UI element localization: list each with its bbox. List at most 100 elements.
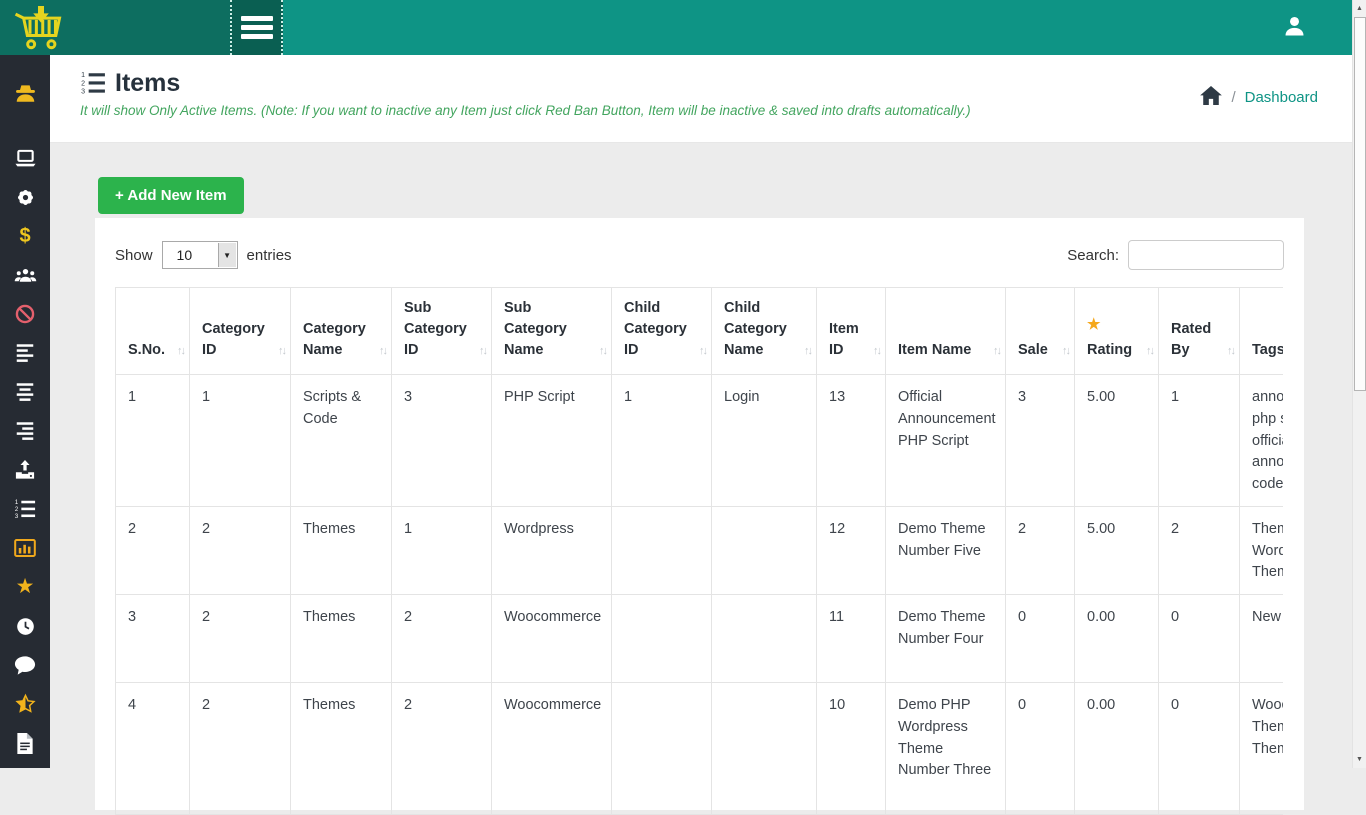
page-size-select[interactable]: 10 ▼ (162, 241, 238, 269)
app-logo[interactable] (0, 0, 230, 55)
sort-icons: ↑↓ (804, 344, 811, 360)
spy-icon (12, 81, 39, 109)
sidebar-item-ratings[interactable] (10, 694, 40, 714)
column-header-sno[interactable]: S.No.↑↓ (116, 288, 190, 375)
sort-icons: ↑↓ (1146, 344, 1153, 360)
cell-item_id: 10 (817, 683, 886, 815)
column-header-rating[interactable]: ★Rating↑↓ (1075, 288, 1159, 375)
add-new-item-button[interactable]: + Add New Item (98, 177, 244, 214)
sidebar-item-laptop[interactable] (10, 148, 40, 168)
sort-icons: ↑↓ (1227, 344, 1234, 360)
gear-icon (15, 187, 36, 208)
cell-child_category_id (612, 506, 712, 594)
column-header-item_name[interactable]: Item Name↑↓ (886, 288, 1006, 375)
sidebar-item-spy[interactable] (10, 81, 40, 109)
cell-sale: 0 (1006, 595, 1075, 683)
cell-rating: 0.00 (1075, 595, 1159, 683)
cell-child_category_name (712, 683, 817, 815)
search-input[interactable] (1128, 240, 1284, 270)
sidebar-item-payments[interactable]: $ (10, 226, 40, 246)
breadcrumb-separator: / (1231, 89, 1235, 106)
cell-child_category_id (612, 595, 712, 683)
column-label: Item ID (829, 321, 859, 358)
star-half-icon (14, 693, 37, 715)
ordered-list-icon: 123 (14, 499, 36, 519)
cell-sub_category_name: PHP Script (492, 375, 612, 507)
sidebar-item-users[interactable] (10, 265, 40, 285)
users-icon (13, 265, 38, 285)
sort-icons: ↑↓ (479, 344, 486, 360)
cell-tags: ThemesWordpressThemeforest (1240, 506, 1284, 594)
column-header-rated_by[interactable]: Rated By↑↓ (1159, 288, 1240, 375)
comment-icon (14, 655, 36, 676)
column-label: Item Name (898, 342, 971, 358)
scrollbar-up-button[interactable]: ▲ (1353, 1, 1366, 16)
tag: codecanyon (1252, 474, 1283, 496)
scrollbar-thumb[interactable] (1354, 17, 1366, 391)
cell-rated_by: 0 (1159, 595, 1240, 683)
sidebar-item-uploads[interactable] (10, 460, 40, 480)
column-header-sub_category_id[interactable]: Sub Category ID ↑↓ (392, 288, 492, 375)
sidebar-item-pages[interactable] (10, 733, 40, 753)
cell-child_category_id (612, 683, 712, 815)
column-header-item_id[interactable]: Item ID ↑↓ (817, 288, 886, 375)
bar-chart-icon (14, 538, 36, 558)
cell-rating: 5.00 (1075, 506, 1159, 594)
items-table: S.No.↑↓Category ID↑↓Category Name↑↓Sub C… (115, 287, 1283, 815)
sidebar-toggle-button[interactable] (230, 0, 283, 55)
breadcrumb-dashboard-link[interactable]: Dashboard (1245, 89, 1318, 106)
cell-category_id: 1 (190, 375, 291, 507)
search-label: Search: (1067, 247, 1119, 264)
cell-category_name: Themes (291, 683, 392, 815)
table-row: 22Themes1Wordpress12Demo Theme Number Fi… (116, 506, 1284, 594)
table-controls: Show 10 ▼ entries Search: (115, 240, 1284, 270)
select-caret-icon: ▼ (218, 243, 236, 267)
cell-category_id: 2 (190, 683, 291, 815)
sidebar-item-comments[interactable] (10, 655, 40, 675)
cell-sub_category_name: Woocommerce (492, 683, 612, 815)
tag: Wordpress (1252, 541, 1283, 563)
sort-icons: ↑↓ (278, 344, 285, 360)
sidebar-item-items[interactable]: 123 (10, 499, 40, 519)
sidebar-nav: $ (0, 55, 50, 768)
column-header-category_name[interactable]: Category Name↑↓ (291, 288, 392, 375)
sidebar-item-settings[interactable] (10, 187, 40, 207)
column-label: Category ID (202, 321, 265, 358)
column-header-sub_category_name[interactable]: Sub Category Name↑↓ (492, 288, 612, 375)
column-header-child_category_id[interactable]: Child Category ID↑↓ (612, 288, 712, 375)
cell-sub_category_id: 2 (392, 683, 492, 815)
column-header-category_id[interactable]: Category ID ↑↓ (190, 288, 291, 375)
column-header-child_category_name[interactable]: Child Category Name↑↓ (712, 288, 817, 375)
cell-category_id: 2 (190, 506, 291, 594)
cell-child_category_id: 1 (612, 375, 712, 507)
scrollbar-down-button[interactable]: ▼ (1353, 752, 1366, 767)
show-label: Show (115, 247, 153, 264)
sidebar-item-banned[interactable] (10, 304, 40, 324)
sidebar-item-categories[interactable] (10, 343, 40, 363)
rating-star-icon: ★ (1087, 314, 1150, 336)
column-header-tags[interactable]: Tags↑↓ (1240, 288, 1284, 375)
column-label: Sub Category ID (404, 300, 467, 358)
sidebar-item-history[interactable] (10, 616, 40, 636)
sidebar-item-featured[interactable]: ★ (10, 577, 40, 597)
sidebar-item-reports[interactable] (10, 538, 40, 558)
clock-icon (15, 616, 36, 637)
laptop-icon (14, 148, 37, 169)
sort-icons: ↑↓ (873, 344, 880, 360)
user-menu-button[interactable] (1281, 13, 1308, 45)
tag: Themeforest (1252, 739, 1283, 761)
cell-rating: 5.00 (1075, 375, 1159, 507)
cell-sale: 3 (1006, 375, 1075, 507)
sidebar-item-subcategories[interactable] (10, 382, 40, 402)
sort-icons: ↑↓ (599, 344, 606, 360)
star-icon: ★ (16, 577, 35, 597)
home-link[interactable] (1200, 86, 1222, 109)
cell-child_category_name (712, 595, 817, 683)
cell-sub_category_name: Wordpress (492, 506, 612, 594)
vertical-scrollbar[interactable]: ▲ ▼ (1352, 0, 1366, 768)
table-row: 11Scripts & Code3PHP Script1Login13Offic… (116, 375, 1284, 507)
sidebar-item-childcategories[interactable] (10, 421, 40, 441)
cell-sub_category_id: 3 (392, 375, 492, 507)
cell-sno: 1 (116, 375, 190, 507)
column-header-sale[interactable]: Sale↑↓ (1006, 288, 1075, 375)
